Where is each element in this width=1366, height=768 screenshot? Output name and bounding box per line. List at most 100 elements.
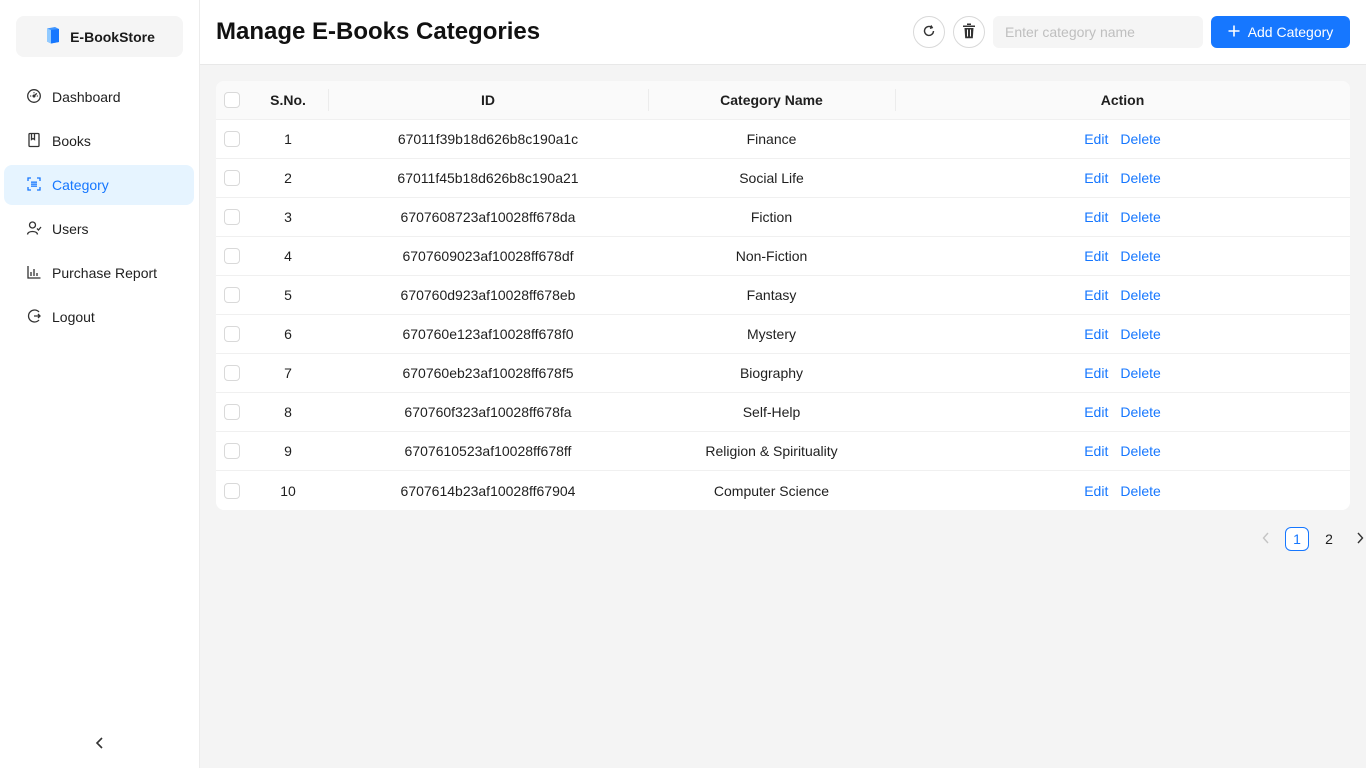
category-name-input[interactable] [993,16,1203,48]
edit-link[interactable]: Edit [1084,209,1108,225]
table-row: 7 670760eb23af10028ff678f5 Biography Edi… [216,354,1350,393]
page-2-button[interactable]: 2 [1317,527,1341,551]
refresh-button[interactable] [913,16,945,48]
delete-selected-button[interactable] [953,16,985,48]
users-icon [26,220,52,239]
row-id: 67011f45b18d626b8c190a21 [397,170,579,186]
row-id: 670760e123af10028ff678f0 [402,326,574,342]
delete-link[interactable]: Delete [1120,365,1160,381]
row-id: 670760eb23af10028ff678f5 [402,365,574,381]
row-id: 6707608723af10028ff678da [400,209,576,225]
row-id: 6707609023af10028ff678df [402,248,574,264]
book-outline-icon [26,132,52,151]
chevron-left-icon [94,736,106,753]
next-page-button[interactable] [1349,527,1366,551]
edit-link[interactable]: Edit [1084,365,1108,381]
edit-link[interactable]: Edit [1084,248,1108,264]
row-id: 670760f323af10028ff678fa [404,404,572,420]
delete-link[interactable]: Delete [1120,483,1160,499]
plus-icon [1228,24,1240,40]
edit-link[interactable]: Edit [1084,326,1108,342]
table-row: 2 67011f45b18d626b8c190a21 Social Life E… [216,159,1350,198]
row-checkbox[interactable] [224,287,240,303]
sidebar-item-label: Dashboard [52,89,121,105]
categories-table: S.No. ID Category Name Action 1 67011f39… [216,81,1350,510]
row-sno: 6 [284,326,292,342]
column-header-category-name: Category Name [648,81,895,119]
row-sno: 1 [284,131,292,147]
pagination: 1 2 [1255,527,1366,551]
table-row: 5 670760d923af10028ff678eb Fantasy Edit D… [216,276,1350,315]
column-header-action: Action [895,81,1350,119]
refresh-icon [922,24,936,41]
row-category-name: Finance [746,131,797,147]
row-sno: 5 [284,287,292,303]
add-category-button[interactable]: Add Category [1211,16,1350,48]
row-checkbox[interactable] [224,170,240,186]
row-category-name: Biography [739,365,804,381]
sidebar-item-label: Users [52,221,89,237]
table-row: 8 670760f323af10028ff678fa Self-Help Edi… [216,393,1350,432]
delete-link[interactable]: Delete [1120,443,1160,459]
sidebar-item-logout[interactable]: Logout [4,297,194,337]
edit-link[interactable]: Edit [1084,170,1108,186]
row-checkbox[interactable] [224,443,240,459]
sidebar-item-label: Purchase Report [52,265,158,281]
chevron-left-icon [1262,531,1270,547]
sidebar-nav: Dashboard Books Category Users Purchase … [4,77,194,341]
sidebar-collapse-button[interactable] [88,732,112,756]
sidebar-item-purchase-report[interactable]: Purchase Report [4,253,194,293]
table-row: 6 670760e123af10028ff678f0 Mystery Edit D… [216,315,1350,354]
page-header: Manage E-Books Categories Add Category [200,0,1366,65]
row-checkbox[interactable] [224,248,240,264]
delete-link[interactable]: Delete [1120,326,1160,342]
delete-link[interactable]: Delete [1120,248,1160,264]
add-category-label: Add Category [1247,24,1334,40]
brand-name: E-BookStore [70,28,155,45]
row-category-name: Non-Fiction [735,248,808,264]
sidebar-item-users[interactable]: Users [4,209,194,249]
table-row: 10 6707614b23af10028ff67904 Computer Sci… [216,471,1350,510]
delete-link[interactable]: Delete [1120,287,1160,303]
row-id: 67011f39b18d626b8c190a1c [397,131,579,147]
table-row: 4 6707609023af10028ff678df Non-Fiction E… [216,237,1350,276]
delete-link[interactable]: Delete [1120,404,1160,420]
page-1-button[interactable]: 1 [1285,527,1309,551]
page-title: Manage E-Books Categories [216,18,541,45]
edit-link[interactable]: Edit [1084,404,1108,420]
delete-link[interactable]: Delete [1120,131,1160,147]
brand-logo[interactable]: E-BookStore [16,16,183,57]
sidebar-item-category[interactable]: Category [4,165,194,205]
row-checkbox[interactable] [224,131,240,147]
edit-link[interactable]: Edit [1084,443,1108,459]
row-checkbox[interactable] [224,404,240,420]
sidebar-item-dashboard[interactable]: Dashboard [4,77,194,117]
sidebar-item-label: Books [52,133,91,149]
select-all-checkbox[interactable] [224,92,240,108]
row-checkbox[interactable] [224,482,240,499]
row-id: 6707614b23af10028ff67904 [400,482,576,499]
edit-link[interactable]: Edit [1084,131,1108,147]
row-sno: 9 [284,443,292,459]
row-category-name: Self-Help [742,404,801,420]
prev-page-button[interactable] [1255,527,1277,551]
row-sno: 10 [280,482,296,499]
row-category-name: Fantasy [746,287,797,303]
sidebar-item-books[interactable]: Books [4,121,194,161]
book-icon [44,26,62,47]
row-category-name: Religion & Spirituality [705,443,838,459]
column-header-sno: S.No. [270,92,306,108]
logout-icon [26,308,52,327]
delete-link[interactable]: Delete [1120,170,1160,186]
delete-link[interactable]: Delete [1120,209,1160,225]
row-checkbox[interactable] [224,365,240,381]
row-category-name: Fiction [750,209,793,225]
edit-link[interactable]: Edit [1084,483,1108,499]
row-id: 6707610523af10028ff678ff [404,443,572,459]
edit-link[interactable]: Edit [1084,287,1108,303]
row-checkbox[interactable] [224,326,240,342]
column-header-id: ID [328,81,648,119]
row-checkbox[interactable] [224,209,240,225]
row-sno: 2 [284,170,292,186]
table-row: 9 6707610523af10028ff678ff Religion & Sp… [216,432,1350,471]
